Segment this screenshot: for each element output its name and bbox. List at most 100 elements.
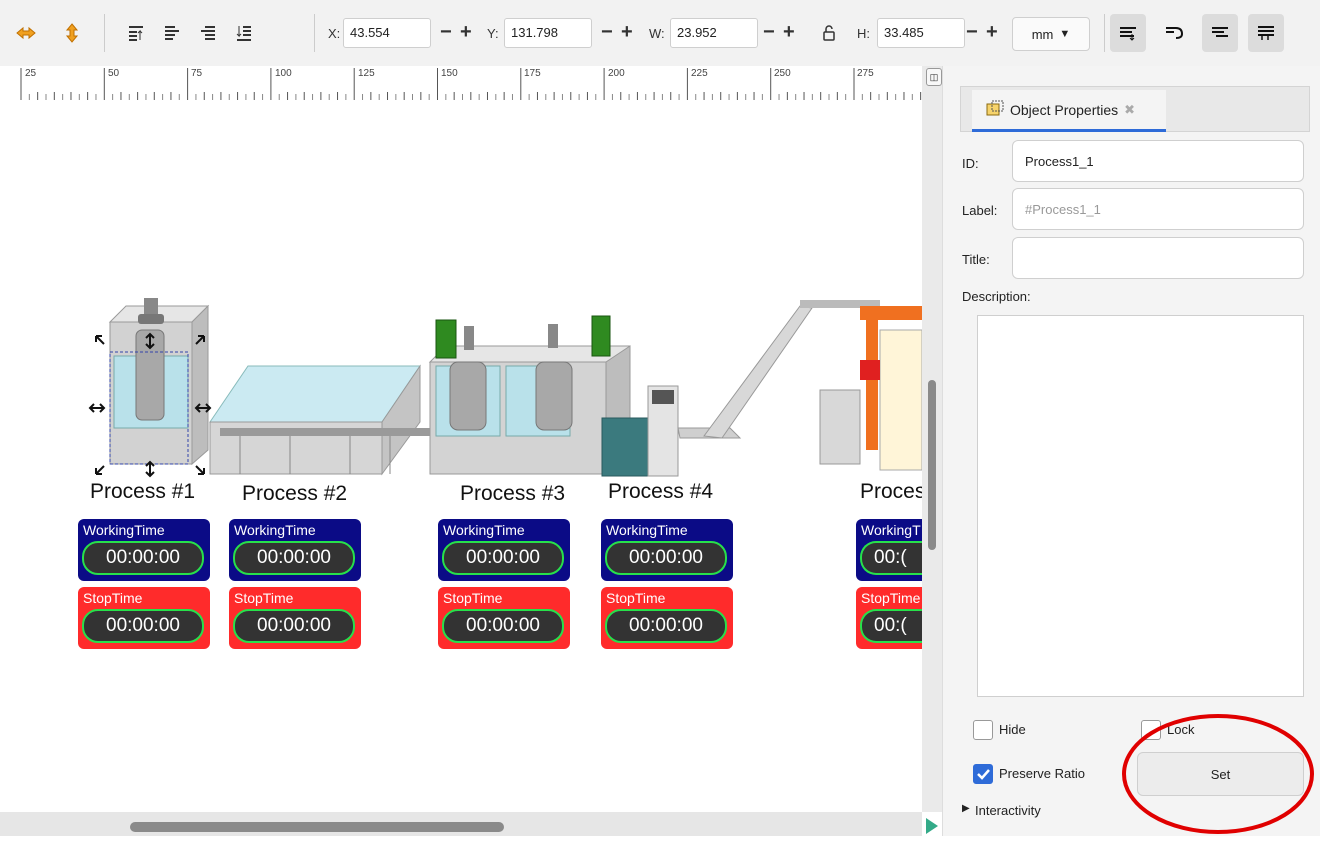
- lock-ratio-icon[interactable]: [815, 19, 843, 47]
- w-decrement-button[interactable]: −: [763, 22, 775, 42]
- working-time-value: 00:00:00: [605, 541, 727, 575]
- lock-guides-icon[interactable]: ◫: [926, 68, 942, 86]
- y-label: Y:: [487, 26, 499, 41]
- ruler-tick-label: 75: [191, 68, 203, 79]
- flip-vertical-icon[interactable]: [58, 19, 86, 47]
- stop-time-panel[interactable]: StopTime 00:(: [856, 587, 922, 649]
- stop-time-value: 00:00:00: [442, 609, 564, 643]
- vertical-scroll-thumb[interactable]: [928, 380, 936, 550]
- working-time-value: 00:00:00: [82, 541, 204, 575]
- lower-icon[interactable]: [194, 19, 222, 47]
- snap-node-icon[interactable]: [1202, 14, 1238, 52]
- process3-machine[interactable]: [428, 315, 631, 475]
- x-input[interactable]: 43.554: [343, 18, 431, 48]
- title-label: Title:: [962, 252, 990, 267]
- checkmark-icon: [977, 769, 990, 780]
- description-label: Description:: [962, 289, 1031, 304]
- interactivity-expander[interactable]: Interactivity: [975, 803, 1041, 818]
- stop-time-value: 00:(: [860, 609, 922, 643]
- working-time-panel[interactable]: WorkingTime 00:00:00: [229, 519, 361, 581]
- h-input[interactable]: 33.485: [877, 18, 965, 48]
- tab-object-properties-label: Object Properties: [1010, 101, 1119, 118]
- horizontal-scroll-thumb[interactable]: [130, 822, 504, 832]
- working-time-value: 00:(: [860, 541, 922, 575]
- x-increment-button[interactable]: +: [460, 22, 472, 42]
- raise-to-top-icon[interactable]: [122, 19, 150, 47]
- hide-checkbox[interactable]: [973, 720, 993, 740]
- toolbar: X: 43.554 − + Y: 131.798 − + W: 23.952 −…: [0, 0, 1320, 67]
- y-decrement-button[interactable]: −: [601, 22, 613, 42]
- unit-select[interactable]: mm ▼: [1012, 17, 1090, 51]
- ruler-tick-label: 125: [358, 68, 375, 79]
- process-line-illustration: [108, 298, 922, 477]
- close-icon[interactable]: ✖: [1124, 102, 1135, 118]
- snap-path-icon[interactable]: [1156, 14, 1192, 52]
- process5-machine[interactable]: [800, 300, 922, 471]
- stop-time-panel[interactable]: StopTime 00:00:00: [78, 587, 210, 649]
- process-label: Process #3: [460, 482, 566, 505]
- working-time-panel[interactable]: WorkingTime 00:00:00: [601, 519, 733, 581]
- snap-others-icon[interactable]: [1248, 14, 1284, 52]
- stop-time-panel[interactable]: StopTime 00:00:00: [601, 587, 733, 649]
- w-input[interactable]: 23.952: [670, 18, 758, 48]
- working-time-title: WorkingT: [861, 522, 921, 538]
- label-label: Label:: [962, 203, 998, 218]
- stop-time-value: 00:00:00: [605, 609, 727, 643]
- stop-time-title: StopTime: [443, 590, 503, 606]
- y-increment-button[interactable]: +: [621, 22, 633, 42]
- stop-time-title: StopTime: [234, 590, 294, 606]
- preserve-ratio-label: Preserve Ratio: [999, 766, 1085, 781]
- horizontal-ruler: 25 50 75 100 125 150 175 200 225 250 275: [0, 66, 922, 101]
- raise-icon[interactable]: [158, 19, 186, 47]
- ruler-tick-label: 175: [524, 68, 541, 79]
- process-label: Proces: [860, 480, 922, 503]
- ruler-tick-label: 200: [608, 68, 625, 79]
- y-input[interactable]: 131.798: [504, 18, 592, 48]
- tab-object-properties[interactable]: Object Properties ✖: [972, 90, 1166, 132]
- ruler-tick-label: 150: [441, 68, 458, 79]
- stop-time-panel[interactable]: StopTime 00:00:00: [438, 587, 570, 649]
- working-time-value: 00:00:00: [233, 541, 355, 575]
- stop-time-title: StopTime: [861, 590, 921, 606]
- working-time-value: 00:00:00: [442, 541, 564, 575]
- working-time-panel[interactable]: WorkingTime 00:00:00: [438, 519, 570, 581]
- object-properties-icon: [986, 100, 1004, 119]
- ruler-tick-label: 100: [275, 68, 292, 79]
- process1-machine[interactable]: [108, 298, 210, 466]
- color-manage-icon[interactable]: [922, 812, 942, 836]
- stop-time-panel[interactable]: StopTime 00:00:00: [229, 587, 361, 649]
- drawing-canvas[interactable]: Process #1 Process #2 Process #3 Process…: [0, 100, 922, 812]
- expand-triangle-icon[interactable]: ▶: [962, 803, 970, 814]
- ruler-tick-label: 50: [108, 68, 120, 79]
- ruler-tick-label: 225: [691, 68, 708, 79]
- snap-bbox-icon[interactable]: [1110, 14, 1146, 52]
- description-textarea[interactable]: [977, 315, 1304, 697]
- h-label: H:: [857, 26, 870, 41]
- process-label: Process #2: [242, 482, 348, 505]
- highlight-circle-annotation: [1122, 714, 1314, 834]
- x-decrement-button[interactable]: −: [440, 22, 452, 42]
- label-input[interactable]: #Process1_1: [1012, 188, 1304, 230]
- working-time-title: WorkingTime: [606, 522, 688, 538]
- id-input[interactable]: Process1_1: [1012, 140, 1304, 182]
- chevron-down-icon: ▼: [1059, 28, 1071, 40]
- working-time-title: WorkingTime: [83, 522, 165, 538]
- lower-to-bottom-icon[interactable]: [230, 19, 258, 47]
- stop-time-value: 00:00:00: [233, 609, 355, 643]
- title-input[interactable]: [1012, 237, 1304, 279]
- id-label: ID:: [962, 156, 979, 171]
- h-increment-button[interactable]: +: [986, 22, 998, 42]
- process4-machine[interactable]: [601, 305, 813, 477]
- working-time-panel[interactable]: WorkingT 00:(: [856, 519, 922, 581]
- hide-label: Hide: [999, 722, 1026, 737]
- flip-horizontal-icon[interactable]: [12, 19, 40, 47]
- working-time-panel[interactable]: WorkingTime 00:00:00: [78, 519, 210, 581]
- w-increment-button[interactable]: +: [783, 22, 795, 42]
- h-decrement-button[interactable]: −: [966, 22, 978, 42]
- preserve-ratio-checkbox[interactable]: [973, 764, 993, 784]
- working-time-title: WorkingTime: [443, 522, 525, 538]
- stop-time-value: 00:00:00: [82, 609, 204, 643]
- stop-time-title: StopTime: [606, 590, 666, 606]
- process-label: Process #4: [608, 480, 714, 503]
- ruler-tick-label: 275: [857, 68, 874, 79]
